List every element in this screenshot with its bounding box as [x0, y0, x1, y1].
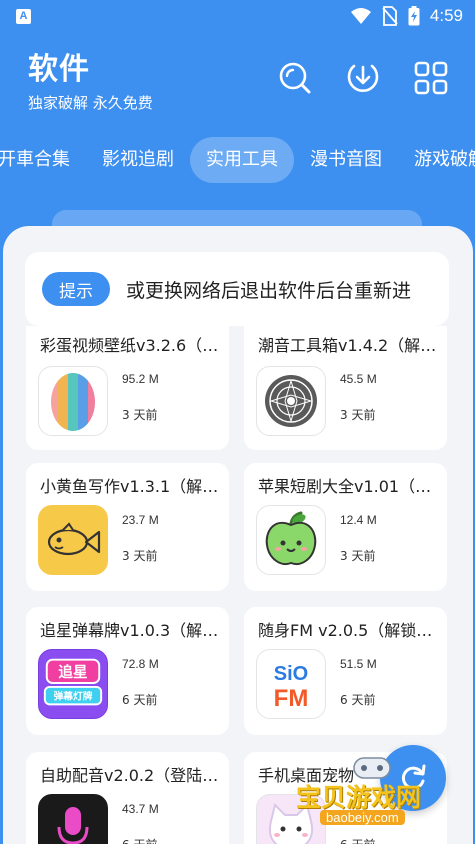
app-update-time: 3 天前 [340, 549, 376, 563]
tab-0[interactable]: 开車合集 [0, 137, 86, 183]
sound-gear-icon [256, 366, 326, 436]
download-icon [347, 64, 379, 93]
app-card[interactable]: 随身FM v2.0.5（解锁VIP... SiO FM 51.5 M 6 天前 [244, 607, 447, 735]
app-update-time: 6 天前 [122, 836, 157, 844]
watermark: 宝贝游戏网 baobeiy.com [292, 757, 452, 838]
tab-2-active[interactable]: 实用工具 [190, 137, 294, 183]
no-sim-icon [382, 6, 398, 26]
microphone-icon [38, 794, 108, 844]
svg-text:弹幕灯牌: 弹幕灯牌 [54, 690, 93, 703]
app-name: 追星弹幕牌v1.0.3（解锁V... [40, 621, 220, 640]
app-name: 彩蛋视频壁纸v3.2.6（登... [40, 336, 220, 355]
grid-icon [414, 61, 448, 95]
fm-radio-icon: SiO FM [256, 649, 326, 719]
header-actions [275, 58, 451, 98]
app-name: 小黄鱼写作v1.3.1（解锁V... [40, 477, 220, 496]
battery-charging-icon [408, 6, 420, 26]
app-card[interactable]: 苹果短剧大全v1.01（解... 12.4 M 3 天前 [244, 463, 447, 591]
notice-banner: 提示 或更换网络后退出软件后台重新进 [25, 252, 449, 326]
app-card[interactable]: 自助配音v2.0.2（登陆解... 43.7 M 6 天前 [26, 752, 229, 844]
notice-tag: 提示 [42, 272, 110, 306]
status-time: 4:59 [429, 6, 463, 25]
page-title: 软件 [28, 52, 90, 87]
grid-menu-button[interactable] [411, 58, 451, 98]
tab-4[interactable]: 游戏破解 [398, 137, 475, 183]
app-size: 95.2 M [122, 372, 159, 386]
app-card[interactable]: 潮音工具箱v1.4.2（解锁V... 45.5 M 3 天前 [244, 326, 447, 450]
app-name: 随身FM v2.0.5（解锁VIP... [258, 621, 438, 640]
app-size: 72.8 M [122, 657, 159, 671]
green-apple-icon [256, 505, 326, 575]
notice-text: 或更换网络后退出软件后台重新进 [126, 279, 412, 302]
app-update-time: 3 天前 [122, 549, 158, 563]
yellow-fish-icon [38, 505, 108, 575]
app-name: 潮音工具箱v1.4.2（解锁V... [258, 336, 438, 355]
app-card[interactable]: 小黄鱼写作v1.3.1（解锁V... 23.7 M 3 天前 [26, 463, 229, 591]
tab-3[interactable]: 漫书音图 [294, 137, 398, 183]
app-update-time: 3 天前 [340, 408, 376, 422]
page-subtitle: 独家破解 永久免费 [28, 94, 153, 112]
app-size: 51.5 M [340, 657, 377, 671]
app-update-time: 6 天前 [340, 693, 376, 707]
app-card[interactable]: 追星弹幕牌v1.0.3（解锁V... 追星 弹幕灯牌 72.8 M 6 天前 [26, 607, 229, 735]
search-button[interactable] [275, 58, 315, 98]
rainbow-egg-icon [38, 366, 108, 436]
app-size: 12.4 M [340, 513, 377, 527]
app-name: 自助配音v2.0.2（登陆解... [40, 766, 220, 785]
search-icon [279, 62, 311, 94]
download-button[interactable] [343, 58, 383, 98]
watermark-domain: baobeiy.com [320, 810, 405, 825]
app-size: 45.5 M [340, 372, 377, 386]
app-notification-icon: A [16, 8, 31, 24]
tab-1[interactable]: 影视追剧 [86, 137, 190, 183]
app-size: 23.7 M [122, 513, 159, 527]
svg-text:SiO: SiO [274, 663, 308, 685]
svg-text:FM: FM [274, 685, 309, 710]
header: 软件 独家破解 永久免费 [28, 44, 153, 113]
wifi-icon [350, 8, 371, 24]
status-bar: A 4:59 [0, 0, 475, 32]
svg-text:追星: 追星 [58, 663, 87, 681]
app-card[interactable]: 彩蛋视频壁纸v3.2.6（登... 95.2 M 3 天前 [26, 326, 229, 450]
category-tabs: 开車合集 影视追剧 实用工具 漫书音图 游戏破解 [0, 136, 475, 184]
app-size: 43.7 M [122, 802, 159, 816]
app-name: 苹果短剧大全v1.01（解... [258, 477, 438, 496]
danmaku-sign-icon: 追星 弹幕灯牌 [38, 649, 108, 719]
watermark-text: 宝贝游戏网 [296, 783, 422, 812]
app-update-time: 6 天前 [122, 693, 158, 707]
app-update-time: 3 天前 [122, 408, 158, 422]
